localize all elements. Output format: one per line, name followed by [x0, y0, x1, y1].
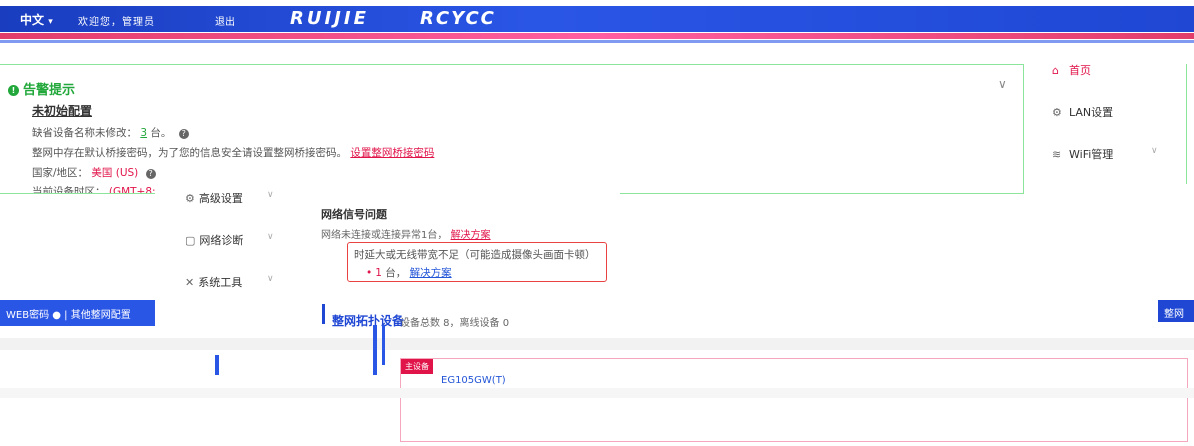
divider-bar: [0, 338, 1194, 350]
page: 中文 ▾ 欢迎您，管理员 退出 RUIJIE RCYCC ! 告警提示 ∨ 未初始…: [0, 0, 1194, 446]
sidebar-item-wifi[interactable]: ≋ WiFi管理: [1052, 146, 1113, 162]
connector-line: [382, 325, 385, 365]
section-accent: [322, 304, 325, 324]
latency-device-count[interactable]: 1: [375, 267, 382, 279]
alert-line-bridge-password: 整网中存在默认桥接密码，为了您的信息安全请设置整网桥接密码。 设置整网桥接密码: [32, 147, 435, 159]
settings-icon: ⚙: [185, 192, 195, 205]
chevron-down-icon: ∨: [267, 274, 274, 284]
web-password-label: WEB密码 ● | 其他整网配置: [6, 310, 131, 321]
solution-link[interactable]: 解决方案: [451, 230, 491, 241]
device-card[interactable]: 主设备 EG105GW(T): [400, 358, 1188, 442]
device-tag: 主设备: [401, 359, 433, 374]
latency-issue-text: 时延大或无线带宽不足（可能造成摄像头画面卡顿）: [354, 249, 596, 261]
help-icon[interactable]: ?: [145, 169, 156, 179]
diagnostics-icon: ▢: [185, 234, 196, 247]
connector-line: [373, 325, 377, 375]
menu-item-diagnostics[interactable]: ▢ 网络诊断: [185, 232, 243, 248]
menu-item-tools[interactable]: ✕ 系统工具: [185, 274, 242, 290]
logout-link[interactable]: 退出: [215, 13, 235, 28]
panel-divider: [1186, 64, 1187, 184]
alert-subtitle: 未初始配置: [32, 104, 93, 118]
language-selector[interactable]: 中文 ▾: [20, 11, 53, 28]
device-name[interactable]: EG105GW(T): [441, 375, 506, 386]
sidebar-item-lan[interactable]: ⚙ LAN设置: [1052, 104, 1113, 120]
network-issue-desc: 网络未连接或连接异常1台， 解决方案: [321, 230, 491, 241]
banner-stripe-secondary: [0, 40, 1194, 43]
topology-summary: 设备总数 8，离线设备 0: [400, 318, 510, 329]
chevron-down-icon: ∨: [267, 190, 274, 200]
alert-icon: !: [8, 85, 19, 96]
menu-popup: ⚙ 高级设置 ∨ ▢ 网络诊断 ∨ ✕ 系统工具 ∨ 网络信号问题 网络未连接或连接异…: [155, 184, 620, 299]
web-password-tab[interactable]: WEB密码 ● | 其他整网配置: [0, 300, 155, 326]
collapse-chevron-icon[interactable]: ∨: [998, 77, 1007, 91]
brand-logo-secondary: RCYCC: [420, 8, 496, 29]
latency-solution-link[interactable]: 解决方案: [410, 267, 452, 279]
sidebar-item-home[interactable]: ⌂ 首页: [1052, 62, 1091, 78]
set-bridge-password-link[interactable]: 设置整网桥接密码: [350, 147, 434, 159]
banner-band: [0, 6, 1194, 32]
device-count-link[interactable]: 3: [140, 127, 147, 139]
chevron-down-icon: ∨: [267, 232, 274, 242]
alert-title[interactable]: ! 告警提示: [8, 79, 75, 98]
gear-icon: ⚙: [1052, 106, 1062, 119]
alert-line-country: 国家/地区： 美国 (US) ?: [32, 165, 156, 180]
home-icon: ⌂: [1052, 64, 1059, 77]
highlight-box: 时延大或无线带宽不足（可能造成摄像头画面卡顿） • 1 台， 解决方案: [347, 242, 607, 282]
top-banner: 中文 ▾ 欢迎您，管理员 退出 RUIJIE RCYCC: [0, 0, 1194, 46]
alert-panel: ! 告警提示 ∨ 未初始配置 缺省设备名称未修改： 3 台。 ? 整网中存在默认桥…: [0, 64, 1024, 194]
brand-logo: RUIJIE: [290, 8, 369, 29]
network-issue-title: 网络信号问题: [321, 208, 387, 221]
user-greeting: 欢迎您，管理员: [78, 17, 155, 28]
sidebar-nav: ⌂ 首页 ⚙ LAN设置 ≋ WiFi管理 ∨: [1036, 48, 1176, 188]
banner-stripe: [0, 33, 1194, 39]
bullet-icon: •: [366, 267, 373, 279]
topology-title: 整网拓扑设备: [332, 314, 405, 328]
language-label: 中文: [20, 13, 45, 27]
menu-item-advanced[interactable]: ⚙ 高级设置: [185, 190, 243, 206]
help-icon[interactable]: ?: [178, 129, 189, 139]
divider-bar: [0, 388, 1194, 398]
connector-line: [215, 355, 219, 375]
chevron-down-icon: ▾: [48, 17, 53, 27]
alert-line-device-name: 缺省设备名称未修改： 3 台。 ?: [32, 125, 189, 140]
tools-icon: ✕: [185, 276, 195, 289]
chevron-down-icon[interactable]: ∨: [1151, 146, 1158, 156]
country-value[interactable]: 美国 (US): [91, 167, 138, 179]
network-button[interactable]: 整网: [1158, 300, 1194, 322]
latency-issue-detail: • 1 台， 解决方案: [366, 267, 452, 279]
wifi-icon: ≋: [1052, 148, 1062, 161]
